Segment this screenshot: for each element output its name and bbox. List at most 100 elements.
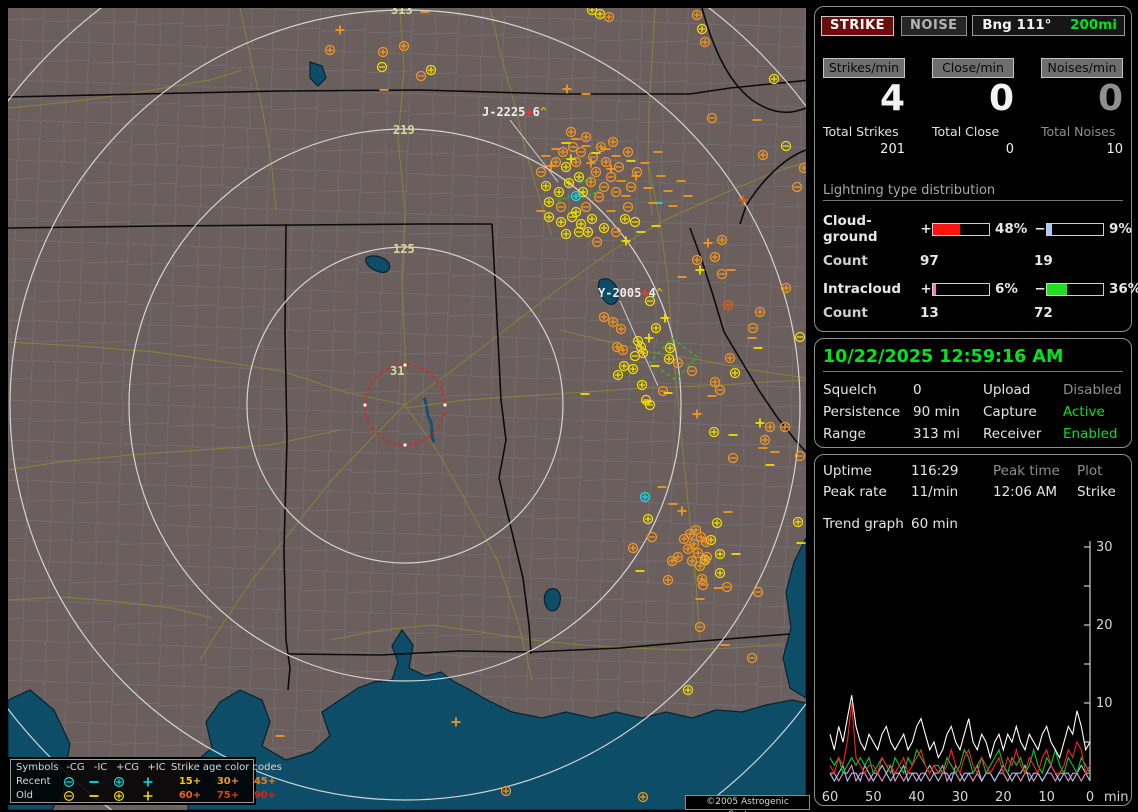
distribution-title: Lightning type distribution xyxy=(823,183,1123,201)
svg-text:10: 10 xyxy=(1038,790,1055,805)
strikes-per-min-value: 4 xyxy=(823,80,905,118)
upload-label: Upload xyxy=(983,382,1063,398)
intracloud-row: Intracloud + 6% − 36% xyxy=(823,281,1123,297)
uptime-label: Uptime xyxy=(823,463,911,479)
svg-text:20: 20 xyxy=(1096,618,1113,633)
svg-text:40: 40 xyxy=(908,790,925,805)
legend-row-old-label: Old xyxy=(16,790,63,802)
intracloud-count-row: Count 13 72 xyxy=(823,305,1123,321)
cg-plus-count: 97 xyxy=(920,253,1034,269)
close-per-min-value: 0 xyxy=(932,80,1014,118)
svg-text:min: min xyxy=(1104,790,1129,805)
legend-col-ic-plus: +IC xyxy=(142,762,171,774)
noises-per-min-value: 0 xyxy=(1041,80,1123,118)
trend-graph: 1020306050403020100min xyxy=(815,517,1131,807)
peak-time-value: 12:06 AM xyxy=(993,484,1077,500)
svg-text:31: 31 xyxy=(390,364,404,378)
svg-text:125: 125 xyxy=(393,242,415,256)
close-per-min-button[interactable]: Close/min xyxy=(932,58,1014,78)
cg-minus-bar xyxy=(1046,223,1104,236)
cloud-ground-row: Cloud-ground + 48% − 9% xyxy=(823,213,1123,245)
map-canvas[interactable]: 31 125 219 313 J-2225+6^ Y-2005+4^ xyxy=(8,8,806,810)
svg-text:219: 219 xyxy=(393,123,415,137)
cg-plus-bar xyxy=(932,223,990,236)
persistence-label: Persistence xyxy=(823,404,913,420)
svg-text:60: 60 xyxy=(822,790,839,805)
capture-status: Active xyxy=(1063,404,1123,420)
noise-button[interactable]: NOISE xyxy=(901,16,967,36)
legend-col-cg-plus: +CG xyxy=(113,762,142,774)
cg-plus-pct: 48% xyxy=(990,221,1034,237)
age-60-label: 60+ xyxy=(171,790,209,802)
svg-text:30: 30 xyxy=(1096,540,1113,555)
strikes-per-min-button[interactable]: Strikes/min xyxy=(823,58,905,78)
cloud-ground-count-row: Count 97 19 xyxy=(823,253,1123,269)
bearing-value: Bng 111° xyxy=(982,17,1051,33)
stats-trend-panel: Uptime 116:29 Peak time Plot Peak rate 1… xyxy=(814,454,1132,806)
receiver-label: Receiver xyxy=(983,426,1063,442)
total-noises-value: 10 xyxy=(1041,142,1123,157)
squelch-label: Squelch xyxy=(823,382,913,398)
bearing-range-value: 200mi xyxy=(1070,17,1117,33)
capture-label: Capture xyxy=(983,404,1063,420)
lightning-map[interactable]: 31 125 219 313 J-2225+6^ Y-2005+4^ Symbols -C… xyxy=(8,8,806,810)
plus-sign: + xyxy=(920,281,932,297)
counters-panel: STRIKE NOISE Bng 111° 200mi Strikes/min … xyxy=(814,6,1132,332)
bearing-readout: Bng 111° 200mi xyxy=(972,15,1125,36)
squelch-value: 0 xyxy=(913,382,983,398)
minus-sign: − xyxy=(1034,281,1046,297)
close-counter: Close/min 0 Total Close 0 xyxy=(932,58,1014,157)
lightning-distribution: Lightning type distribution Cloud-ground… xyxy=(823,183,1123,321)
range-label: Range xyxy=(823,426,913,442)
age-45-label: 45+ xyxy=(247,776,283,788)
legend-col-ic-minus: -IC xyxy=(88,762,113,774)
svg-text:0: 0 xyxy=(1086,790,1094,805)
svg-text:313: 313 xyxy=(391,8,413,17)
total-close-value: 0 xyxy=(932,142,1014,157)
ic-plus-old-icon xyxy=(142,790,171,802)
svg-text:J-2225+6^: J-2225+6^ xyxy=(482,105,547,119)
plus-sign: + xyxy=(920,221,932,237)
peak-time-label: Peak time xyxy=(993,463,1077,479)
peak-rate-label: Peak rate xyxy=(823,484,911,500)
status-panel: 10/22/2025 12:59:16 AM Squelch 0 Upload … xyxy=(814,338,1132,448)
ic-minus-old-icon xyxy=(88,790,113,802)
age-75-label: 75+ xyxy=(209,790,247,802)
svg-text:20: 20 xyxy=(995,790,1012,805)
plot-mode-value: Strike xyxy=(1077,484,1123,500)
svg-text:50: 50 xyxy=(865,790,882,805)
strike-button[interactable]: STRIKE xyxy=(821,16,894,36)
strikes-counter: Strikes/min 4 Total Strikes 201 xyxy=(823,58,905,157)
ic-plus-pct: 6% xyxy=(990,281,1034,297)
count-label: Count xyxy=(823,253,920,269)
svg-text:10: 10 xyxy=(1096,696,1113,711)
ic-plus-recent-icon xyxy=(142,776,171,788)
peak-rate-value: 11/min xyxy=(911,484,993,500)
total-noises-label: Total Noises xyxy=(1041,124,1123,139)
upload-status: Disabled xyxy=(1063,382,1123,398)
symbol-legend: Symbols -CG -IC +CG +IC Strike age color… xyxy=(10,759,254,803)
datetime-display: 10/22/2025 12:59:16 AM xyxy=(823,347,1123,372)
age-30-label: 30+ xyxy=(209,776,247,788)
uptime-value: 116:29 xyxy=(911,463,993,479)
cg-minus-old-icon xyxy=(63,790,88,802)
ic-minus-pct: 36% xyxy=(1104,281,1138,297)
legend-row-recent-label: Recent xyxy=(16,776,63,788)
ic-minus-count: 72 xyxy=(1034,305,1123,321)
legend-col-cg-minus: -CG xyxy=(63,762,88,774)
total-strikes-value: 201 xyxy=(823,142,905,157)
intracloud-label: Intracloud xyxy=(823,281,920,297)
cg-plus-old-icon xyxy=(113,790,142,802)
noises-per-min-button[interactable]: Noises/min xyxy=(1041,58,1123,78)
ic-minus-bar xyxy=(1046,283,1104,296)
ic-minus-recent-icon xyxy=(88,776,113,788)
cg-minus-pct: 9% xyxy=(1104,221,1138,237)
copyright-notice: ©2005 Astrogenic Systems xyxy=(685,795,810,810)
svg-text:Y-2005+4^: Y-2005+4^ xyxy=(598,286,663,300)
age-90-label: 90+ xyxy=(247,790,283,802)
count-label: Count xyxy=(823,305,920,321)
total-strikes-label: Total Strikes xyxy=(823,124,905,139)
ic-plus-bar xyxy=(932,283,990,296)
total-close-label: Total Close xyxy=(932,124,1014,139)
minus-sign: − xyxy=(1034,221,1046,237)
